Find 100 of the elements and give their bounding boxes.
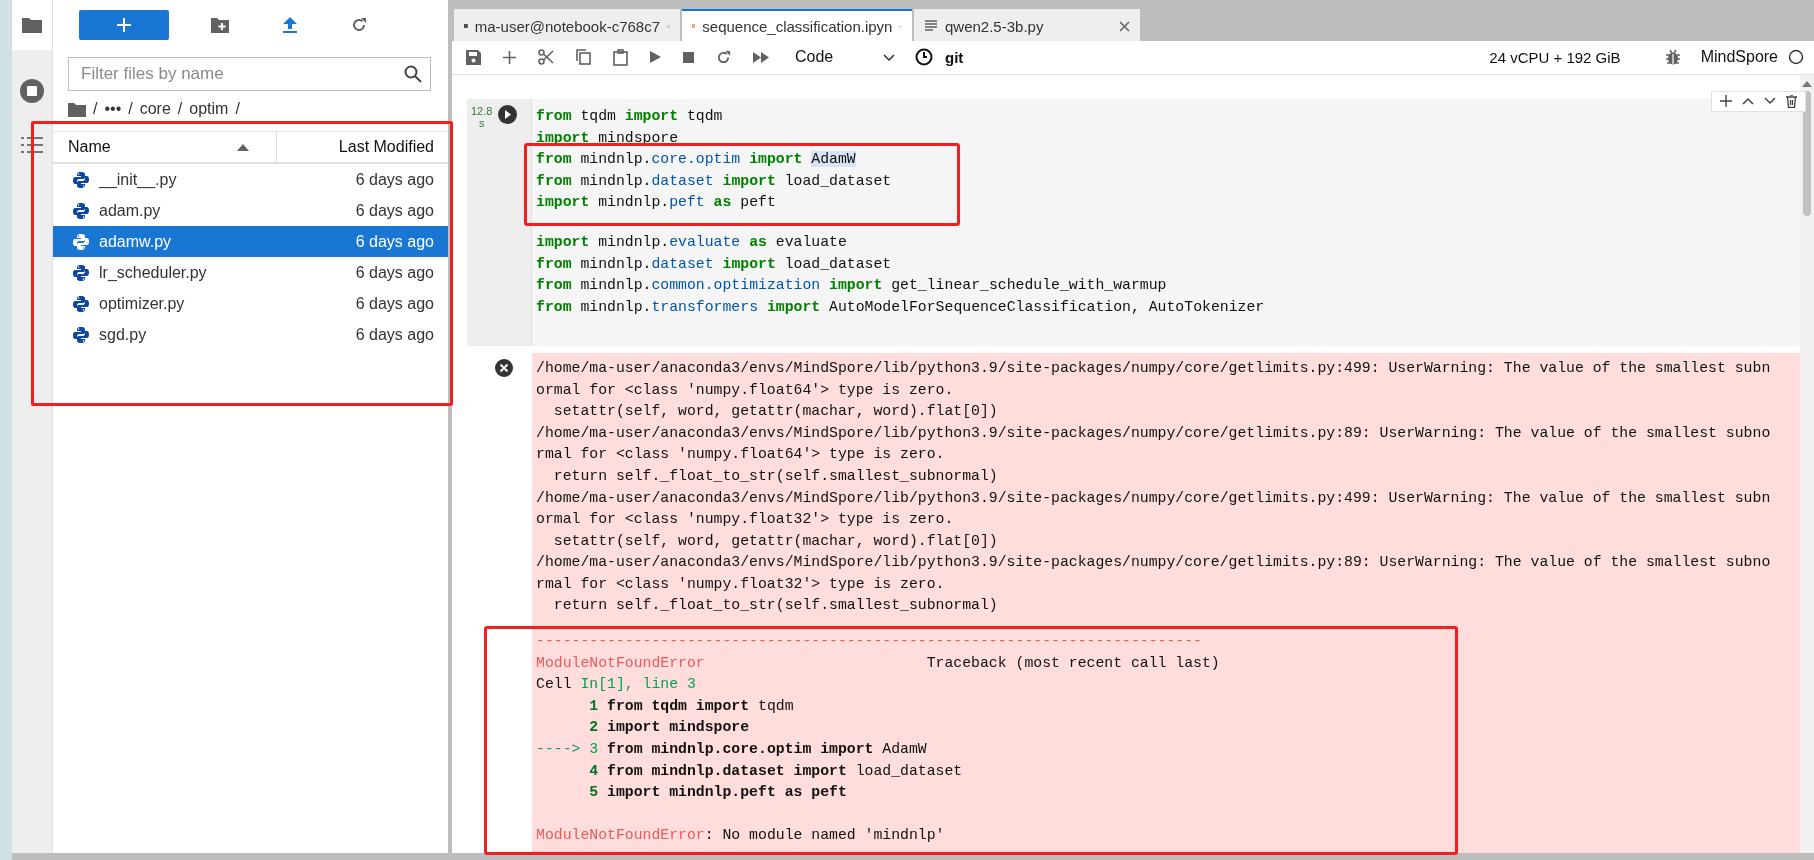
breadcrumb-item[interactable]: /	[177, 100, 183, 118]
cell-type-dropdown[interactable]: Code	[791, 46, 899, 69]
file-name: adam.py	[99, 201, 162, 220]
clock-icon[interactable]	[915, 48, 933, 67]
column-header[interactable]: Last Modified	[277, 132, 448, 162]
code-line: import mindnlp.peft as peft	[536, 193, 777, 213]
traceback-line: Cell In[1], line 3	[536, 675, 697, 695]
file-row[interactable]: adam.py 6 days ago	[53, 195, 448, 226]
warning-line: /home/ma-user/anaconda3/envs/MindSpore/lib/python3.9/site-packages/numpy/core/getlimits.py:89: UserWarning: The value of the smallest subno	[536, 553, 1772, 573]
chevron-down-icon[interactable]	[1764, 97, 1776, 106]
fast-forward-icon[interactable]	[753, 51, 769, 63]
run-icon[interactable]	[498, 104, 518, 124]
chevron-up-icon[interactable]	[1742, 97, 1754, 106]
file-name: optimizer.py	[99, 294, 186, 313]
traceback-line: 2 import mindspore	[588, 718, 751, 738]
code-line: from mindnlp.core.optim import AdamW	[536, 150, 857, 170]
warning-line: setattr(self, word, getattr(machar, word).flat[0])	[552, 531, 999, 551]
breadcrumb-item[interactable]: /	[128, 100, 133, 118]
warning-line: ormal for <class 'numpy.float32'> type is zero.	[536, 510, 955, 530]
traceback-line: ---------------------------------------------------------------------------	[536, 632, 1203, 652]
warning-line: rmal for <class 'numpy.float64'> type is zero.	[536, 445, 946, 465]
file-row[interactable]: adamw.py 6 days ago	[53, 226, 448, 257]
list-icon[interactable]	[21, 136, 43, 154]
code-line: import mindspore	[536, 128, 680, 148]
modified-date: 6 days ago	[355, 263, 434, 282]
traceback-line: 4 from mindnlp.dataset import load_dataset	[588, 761, 964, 781]
modified-date: 6 days ago	[355, 232, 434, 251]
folder-icon[interactable]	[68, 101, 86, 117]
traceback-line: ModuleNotFoundError: No module named 'mindnlp'	[536, 826, 946, 846]
file-row[interactable]: __init__.py 6 days ago	[53, 164, 448, 195]
warning-line: rmal for <class 'numpy.float32'> type is zero.	[536, 574, 946, 594]
code-line: from mindnlp.dataset import load_dataset	[536, 254, 893, 274]
tab[interactable]: qwen2.5-3b.py	[914, 9, 1140, 41]
chevron-down-icon	[883, 53, 895, 61]
search-icon	[404, 65, 422, 83]
folder-icon[interactable]	[21, 16, 43, 34]
stop-icon[interactable]	[683, 51, 694, 63]
modified-date: 6 days ago	[355, 294, 434, 313]
breadcrumb-item[interactable]: optim	[189, 100, 229, 118]
python-icon	[73, 264, 89, 281]
clipboard-icon[interactable]	[613, 48, 628, 66]
resource-usage: 24 vCPU + 192 GiB	[1489, 48, 1621, 66]
file-row[interactable]: sgd.py 6 days ago	[53, 319, 448, 350]
scroll-up-icon[interactable]	[1802, 80, 1812, 87]
modified-date: 6 days ago	[355, 325, 434, 344]
warning-line: ormal for <class 'numpy.float64'> type is zero.	[536, 380, 955, 400]
code-line: from mindnlp.common.optimization import get_linear_schedule_with_warmup	[536, 276, 1168, 296]
trash-icon[interactable]	[1786, 94, 1797, 108]
traceback-line: 1 from tqdm import tqdm	[588, 696, 795, 716]
save-icon[interactable]	[466, 49, 481, 65]
breadcrumb-item[interactable]: •••	[104, 100, 122, 118]
new-folder-icon[interactable]	[211, 17, 229, 33]
traceback-line: 5 import mindnlp.peft as peft	[588, 783, 848, 803]
warning-line: /home/ma-user/anaconda3/envs/MindSpore/lib/python3.9/site-packages/numpy/core/getlimits.py:89: UserWarning: The value of the smallest subno	[536, 423, 1772, 443]
file-name: lr_scheduler.py	[99, 263, 208, 282]
execution-time: 12.8 s	[471, 104, 493, 132]
modified-date: 6 days ago	[355, 170, 434, 189]
kernel-name[interactable]: MindSpore	[1700, 48, 1778, 67]
breadcrumb-item[interactable]: /	[235, 100, 240, 118]
python-icon	[73, 295, 89, 312]
python-icon	[73, 326, 89, 343]
file-row[interactable]: lr_scheduler.py 6 days ago	[53, 257, 448, 288]
bug-icon[interactable]	[1664, 49, 1681, 66]
stop-circle-icon[interactable]	[19, 78, 45, 104]
python-icon	[73, 171, 89, 188]
file-row[interactable]: optimizer.py 6 days ago	[53, 288, 448, 319]
modified-date: 6 days ago	[355, 201, 434, 220]
play-icon[interactable]	[650, 51, 661, 64]
breadcrumb-item[interactable]: core	[139, 100, 171, 118]
column-header[interactable]: Name	[53, 132, 277, 162]
copy-icon[interactable]	[576, 49, 591, 66]
traceback-line: ModuleNotFoundError Traceback (most recent call last)	[536, 653, 1221, 673]
code-line: from mindnlp.dataset import load_dataset	[536, 171, 893, 191]
error-icon	[495, 358, 513, 377]
tab[interactable]: sequence_classification.ipyn	[682, 9, 912, 41]
file-name: __init__.py	[99, 170, 178, 189]
tab[interactable]: ma-user@notebook-c768c7	[454, 9, 680, 41]
plus-icon[interactable]	[1720, 95, 1732, 108]
python-icon	[73, 202, 89, 219]
search-field[interactable]: Filter files by name	[68, 57, 431, 91]
scrollbar-thumb[interactable]	[1803, 90, 1811, 216]
file-name: sgd.py	[99, 325, 148, 344]
refresh-icon[interactable]	[351, 17, 367, 33]
plus-icon	[117, 18, 131, 32]
code-line: import mindnlp.evaluate as evaluate	[536, 232, 848, 252]
restart-icon[interactable]	[716, 49, 731, 65]
plus-icon[interactable]	[503, 50, 516, 64]
breadcrumb-item[interactable]: /	[93, 100, 98, 118]
upload-icon[interactable]	[283, 17, 297, 33]
new-launcher-button[interactable]	[79, 10, 169, 40]
warning-line: setattr(self, word, getattr(machar, word).flat[0])	[552, 402, 999, 422]
git-button[interactable]: git	[945, 48, 964, 66]
warning-line: return self._float_to_str(self.smallest_subnormal)	[552, 466, 999, 486]
code-line: from mindnlp.transformers import AutoModelForSequenceClassification, AutoTokenizer	[536, 297, 1266, 317]
warning-line: return self._float_to_str(self.smallest_subnormal)	[552, 596, 999, 616]
scissors-icon[interactable]	[538, 49, 554, 66]
text-file-icon	[924, 19, 938, 33]
close-icon[interactable]	[1119, 20, 1130, 32]
python-icon	[73, 233, 89, 250]
code-line: from tqdm import tqdm	[536, 106, 724, 126]
